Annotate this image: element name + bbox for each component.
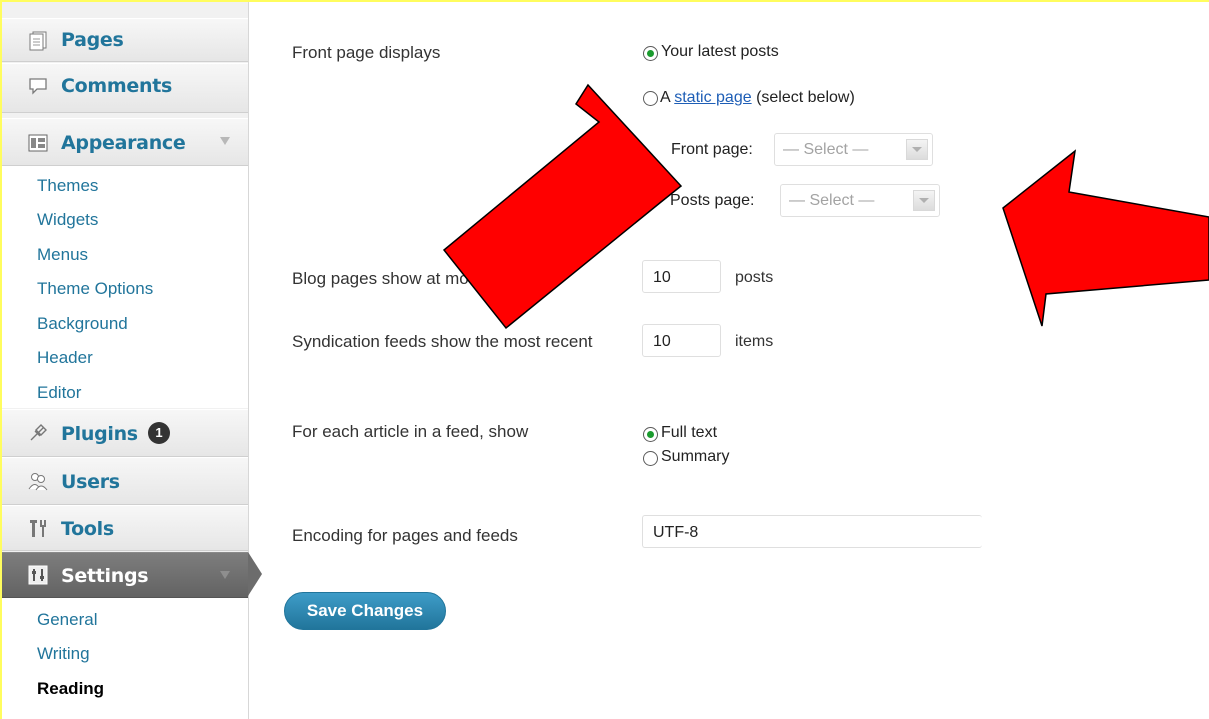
screenshot-frame: Pages Comments Appearance Themes Widgets… [2, 2, 1209, 719]
annotation-arrow-left [442, 83, 683, 330]
annotation-arrows [442, 83, 1209, 330]
annotation-arrow-right [1002, 149, 1209, 327]
